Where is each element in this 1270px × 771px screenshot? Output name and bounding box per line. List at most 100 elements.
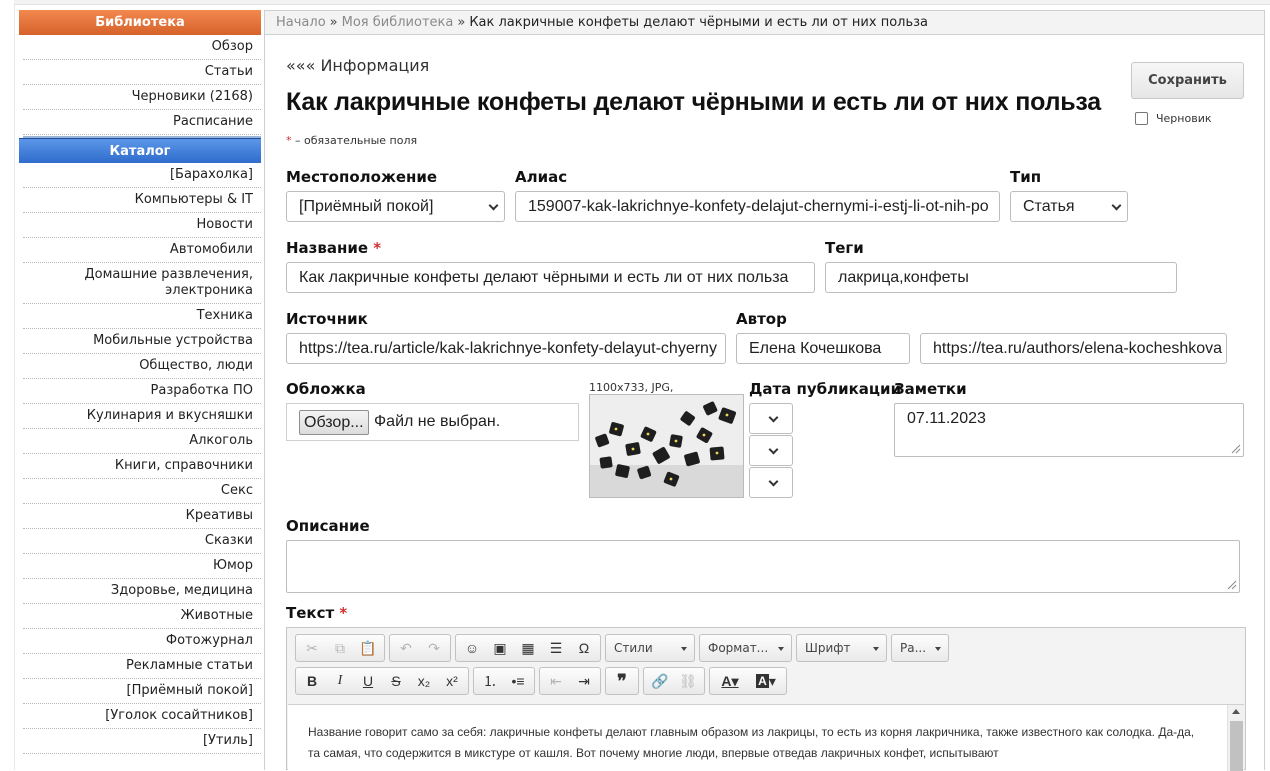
catalog-item-reception[interactable]: [Приёмный покой] xyxy=(23,679,261,704)
location-select[interactable]: [Приёмный покой] xyxy=(286,191,505,222)
type-label: Тип xyxy=(1010,168,1042,186)
name-input[interactable]: Как лакричные конфеты делают чёрными и е… xyxy=(286,262,815,293)
tags-label: Теги xyxy=(825,239,864,257)
sidebar-item-schedule[interactable]: Расписание xyxy=(23,110,261,135)
browse-button[interactable]: Обзор... xyxy=(299,410,369,435)
required-star: * xyxy=(339,604,348,622)
description-label: Описание xyxy=(286,517,370,535)
outdent-icon[interactable]: ⇤ xyxy=(542,669,570,693)
sidebar-item-overview[interactable]: Обзор xyxy=(23,35,261,60)
rich-text-editor: ✂ ⧉ 📋 ↶ ↷ ☺ ▣ ▦ ☰ Ω Стили Формат... Шриф… xyxy=(286,627,1246,771)
catalog-item-cars[interactable]: Автомобили xyxy=(23,238,261,263)
cover-image[interactable] xyxy=(589,394,744,498)
catalog-item-ads[interactable]: Рекламные статьи xyxy=(23,654,261,679)
underline-icon[interactable]: U xyxy=(354,669,382,693)
source-input[interactable]: https://tea.ru/article/kak-lakrichnye-ko… xyxy=(286,333,726,364)
scroll-thumb[interactable] xyxy=(1230,721,1243,771)
pubdate-label: Дата публикации xyxy=(749,380,902,398)
info-link[interactable]: ««« Информация xyxy=(286,56,429,75)
sidebar: Библиотека Обзор Статьи Черновики (2168)… xyxy=(19,10,261,770)
tags-input[interactable]: лакрица,конфеты xyxy=(825,262,1177,293)
styles-combo[interactable]: Стили xyxy=(605,634,695,662)
draft-checkbox[interactable]: Черновик xyxy=(1135,112,1212,125)
chevron-down-icon xyxy=(768,412,779,423)
catalog-item-cooking[interactable]: Кулинария и вкусняшки xyxy=(23,404,261,429)
unlink-icon[interactable]: ⛓ xyxy=(674,669,702,693)
redo-icon[interactable]: ↷ xyxy=(420,636,448,660)
format-combo[interactable]: Формат... xyxy=(699,634,792,662)
catalog-item-health[interactable]: Здоровье, медицина xyxy=(23,579,261,604)
catalog-item-books[interactable]: Книги, справочники xyxy=(23,454,261,479)
catalog-item-mobile[interactable]: Мобильные устройства xyxy=(23,329,261,354)
size-combo[interactable]: Ра... xyxy=(891,634,949,662)
smiley-icon[interactable]: ☺ xyxy=(458,636,486,660)
catalog-item-tales[interactable]: Сказки xyxy=(23,529,261,554)
table-icon[interactable]: ▦ xyxy=(514,636,542,660)
source-label: Источник xyxy=(286,310,368,328)
catalog-item-creatives[interactable]: Креативы xyxy=(23,504,261,529)
catalog-item-sex[interactable]: Секс xyxy=(23,479,261,504)
catalog-item-computers-it[interactable]: Компьютеры & IT xyxy=(23,188,261,213)
undo-icon[interactable]: ↶ xyxy=(392,636,420,660)
pubdate-day-select[interactable] xyxy=(749,403,793,434)
breadcrumb-home[interactable]: Начало xyxy=(276,15,326,30)
pubdate-month-select[interactable] xyxy=(749,435,793,466)
catalog-item-flea-market[interactable]: [Барахолка] xyxy=(23,163,261,188)
description-textarea[interactable] xyxy=(286,540,1240,593)
catalog-item-news[interactable]: Новости xyxy=(23,213,261,238)
bulleted-list-icon[interactable]: •≡ xyxy=(504,669,532,693)
sidebar-item-drafts[interactable]: Черновики (2168) xyxy=(23,85,261,110)
catalog-item-software-dev[interactable]: Разработка ПО xyxy=(23,379,261,404)
font-combo[interactable]: Шрифт xyxy=(796,634,887,662)
strikethrough-icon[interactable]: S xyxy=(382,669,410,693)
numbered-list-icon[interactable]: ⒈ xyxy=(476,669,504,693)
bold-icon[interactable]: B xyxy=(298,669,326,693)
catalog-item-society[interactable]: Общество, люди xyxy=(23,354,261,379)
subscript-icon[interactable]: x₂ xyxy=(410,669,438,693)
required-star: * xyxy=(373,239,382,257)
horizontal-rule-icon[interactable]: ☰ xyxy=(542,636,570,660)
indent-group: ⇤ ⇥ xyxy=(539,667,601,695)
copy-icon[interactable]: ⧉ xyxy=(326,636,354,660)
sidebar-item-articles[interactable]: Статьи xyxy=(23,60,261,85)
author-url-input[interactable]: https://tea.ru/authors/elena-kocheshkova xyxy=(920,333,1227,364)
paste-icon[interactable]: 📋 xyxy=(354,636,382,660)
type-select[interactable]: Статья xyxy=(1010,191,1128,222)
pubdate-year-select[interactable] xyxy=(749,467,793,498)
author-name-input[interactable]: Елена Кочешкова xyxy=(736,333,910,364)
text-label-text: Текст xyxy=(286,604,335,622)
history-group: ↶ ↷ xyxy=(389,634,451,662)
link-icon[interactable]: 🔗 xyxy=(646,669,674,693)
catalog-item-photo[interactable]: Фотожурнал xyxy=(23,629,261,654)
image-icon[interactable]: ▣ xyxy=(486,636,514,660)
cover-image-meta: 1100x733, JPG, xyxy=(589,381,674,394)
italic-icon[interactable]: I xyxy=(326,669,354,693)
indent-icon[interactable]: ⇥ xyxy=(570,669,598,693)
catalog-item-humor[interactable]: Юмор xyxy=(23,554,261,579)
editor-content-area[interactable]: Название говорит само за себя: лакричные… xyxy=(288,704,1244,771)
catalog-item-cosite-corner[interactable]: [Уголок сосайтников] xyxy=(23,704,261,729)
catalog-item-home-entertainment[interactable]: Домашние развлечения, электроника xyxy=(23,263,261,304)
notes-textarea[interactable]: 07.11.2023 xyxy=(894,403,1244,457)
cut-icon[interactable]: ✂ xyxy=(298,636,326,660)
save-button[interactable]: Сохранить xyxy=(1131,62,1244,99)
superscript-icon[interactable]: x² xyxy=(438,669,466,693)
breadcrumb-separator: » xyxy=(457,15,466,30)
special-char-icon[interactable]: Ω xyxy=(570,636,598,660)
draft-checkbox-box[interactable] xyxy=(1135,112,1148,125)
catalog-item-trash[interactable]: [Утиль] xyxy=(23,729,261,754)
alias-input[interactable]: 159007-kak-lakrichnye-konfety-delajut-ch… xyxy=(515,191,1000,222)
text-color-icon[interactable]: A▾ xyxy=(712,669,748,693)
cover-file-input[interactable]: Обзор... Файл не выбран. xyxy=(286,403,579,441)
blockquote-icon[interactable]: ❞ xyxy=(608,669,636,693)
breadcrumb-library[interactable]: Моя библиотека xyxy=(342,15,454,30)
catalog-item-alcohol[interactable]: Алкоголь xyxy=(23,429,261,454)
catalog-item-animals[interactable]: Животные xyxy=(23,604,261,629)
scroll-up-arrow-icon[interactable] xyxy=(1232,709,1240,714)
resize-handle-icon[interactable] xyxy=(1231,444,1241,454)
type-select-value: Статья xyxy=(1023,198,1075,215)
catalog-item-technology[interactable]: Техника xyxy=(23,304,261,329)
resize-handle-icon[interactable] xyxy=(1227,580,1237,590)
editor-scrollbar[interactable] xyxy=(1227,705,1244,771)
background-color-icon[interactable]: A ▾ xyxy=(748,669,784,693)
